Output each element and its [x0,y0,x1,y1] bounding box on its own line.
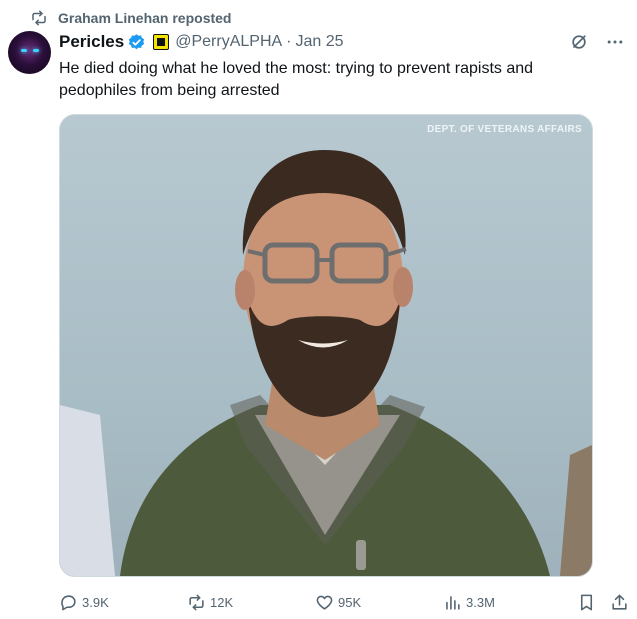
photo-illustration [60,150,592,576]
photo-watermark: DEPT. OF VETERANS AFFAIRS [427,124,582,135]
reply-icon [61,594,76,610]
affiliate-badge-icon[interactable] [153,34,170,50]
tweet-header: Pericles @PerryALPHA · Jan 25 [59,30,625,54]
author-handle[interactable]: @PerryALPHA [175,33,282,51]
repost-icon [189,594,204,610]
repost-button[interactable]: 12K [187,593,315,612]
like-button[interactable]: 95K [315,593,443,612]
tweet-photo[interactable]: DEPT. OF VETERANS AFFAIRS [59,114,593,577]
grok-icon[interactable] [569,32,589,52]
repost-indicator[interactable]: Graham Linehan reposted [30,8,231,28]
tweet-text: He died doing what he loved the most: tr… [59,60,534,99]
views-button[interactable]: 3.3M [443,593,577,612]
left-person-shirt [60,405,115,576]
ear-left [235,270,255,310]
reply-count: 3.9K [82,594,109,610]
ear-right [393,267,413,307]
share-icon[interactable] [610,593,629,612]
repost-icon [32,10,46,26]
repost-text: Graham Linehan reposted [58,10,232,26]
verified-badge-icon[interactable] [127,33,146,52]
repost-count: 12K [210,594,234,610]
avatar-eye-left [21,49,27,52]
tweet-actions: 3.9K 12K 95K 3.3M [59,590,629,614]
right-person-shirt [560,445,592,576]
zipper-pull [356,540,366,570]
avatar-eye-right [33,49,39,52]
views-icon [446,595,460,610]
views-count: 3.3M [466,594,495,610]
more-options-icon[interactable] [605,32,625,52]
separator-dot: · [286,33,292,50]
author-name[interactable]: Pericles [59,32,124,52]
reply-button[interactable]: 3.9K [59,593,187,612]
avatar[interactable] [8,31,51,74]
like-count: 95K [338,594,362,610]
bookmark-icon[interactable] [577,593,596,612]
heart-icon [316,595,333,610]
tweet-date[interactable]: Jan 25 [296,33,344,51]
